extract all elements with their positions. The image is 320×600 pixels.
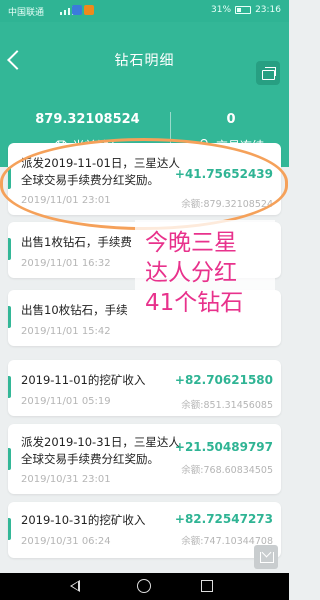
screen-icon[interactable]: [256, 61, 280, 85]
transaction-date: 2019/10/31 06:24: [21, 536, 111, 547]
transaction-date: 2019/11/01 15:42: [21, 326, 111, 337]
transaction-date: 2019/11/01 05:19: [21, 396, 111, 407]
battery-percent: 31%: [211, 5, 232, 15]
accent-bar: [8, 448, 11, 470]
list-item[interactable]: 派发2019-11-01日，三星达人全球交易手续费分红奖励。 2019/11/0…: [8, 143, 281, 215]
transaction-desc: 出售10枚钻石，手续: [21, 303, 128, 317]
list-item[interactable]: 派发2019-10-31日，三星达人全球交易手续费分红奖励。 2019/10/3…: [8, 424, 281, 494]
accent-bar: [8, 238, 11, 260]
annotation-caption: 今晚三星 达人分红 41个钻石: [135, 220, 275, 326]
transaction-amount: +82.70621580: [174, 373, 273, 387]
annotation-line: 今晚三星: [145, 230, 237, 256]
status-bar: 中国联通 31% 23:16: [0, 0, 289, 22]
nav-recent-icon[interactable]: [201, 580, 213, 592]
transaction-balance: 余额:851.31456085: [181, 400, 273, 411]
battery-icon: [235, 6, 252, 14]
transaction-balance: 余额:879.32108524: [181, 199, 273, 210]
app-notification-icon: [72, 5, 82, 15]
page-title: 钻石明细: [114, 53, 175, 69]
app-notification-icon: [84, 5, 94, 15]
transaction-desc: 派发2019-10-31日，三星达人全球交易手续费分红奖励。: [21, 435, 180, 466]
nav-home-icon[interactable]: [137, 579, 151, 593]
annotation-line: 41个钻石: [145, 290, 244, 316]
transaction-desc: 2019-11-01的挖矿收入: [21, 373, 146, 387]
accent-bar: [8, 306, 11, 328]
transaction-desc: 出售1枚钻石，手续费: [21, 235, 132, 249]
carrier-label: 中国联通: [8, 8, 45, 18]
export-icon[interactable]: [254, 545, 278, 569]
accent-bar: [8, 376, 11, 398]
transaction-amount: +21.50489797: [174, 440, 273, 454]
accent-bar: [8, 518, 11, 540]
accent-bar: [8, 167, 11, 189]
transaction-amount: +41.75652439: [174, 167, 273, 181]
frozen-diamonds-value: 0: [226, 112, 236, 127]
current-diamonds-value: 879.32108524: [35, 112, 140, 127]
navigation-bar: [0, 573, 289, 600]
transaction-balance: 余额:768.60834505: [181, 465, 273, 476]
transaction-date: 2019/11/01 23:01: [21, 195, 111, 206]
list-item[interactable]: 2019-10-31的挖矿收入 2019/10/31 06:24 +82.725…: [8, 502, 281, 558]
nav-back-icon[interactable]: [70, 580, 80, 592]
transaction-amount: +82.72547273: [174, 512, 273, 526]
transaction-desc: 2019-10-31的挖矿收入: [21, 513, 146, 527]
clock: 23:16: [255, 5, 281, 15]
list-item[interactable]: 2019-11-01的挖矿收入 2019/11/01 05:19 +82.706…: [8, 360, 281, 416]
transaction-desc: 派发2019-11-01日，三星达人全球交易手续费分红奖励。: [21, 156, 180, 187]
transaction-date: 2019/11/01 16:32: [21, 258, 111, 269]
transaction-date: 2019/10/31 23:01: [21, 474, 111, 485]
annotation-line: 达人分红: [145, 260, 237, 286]
